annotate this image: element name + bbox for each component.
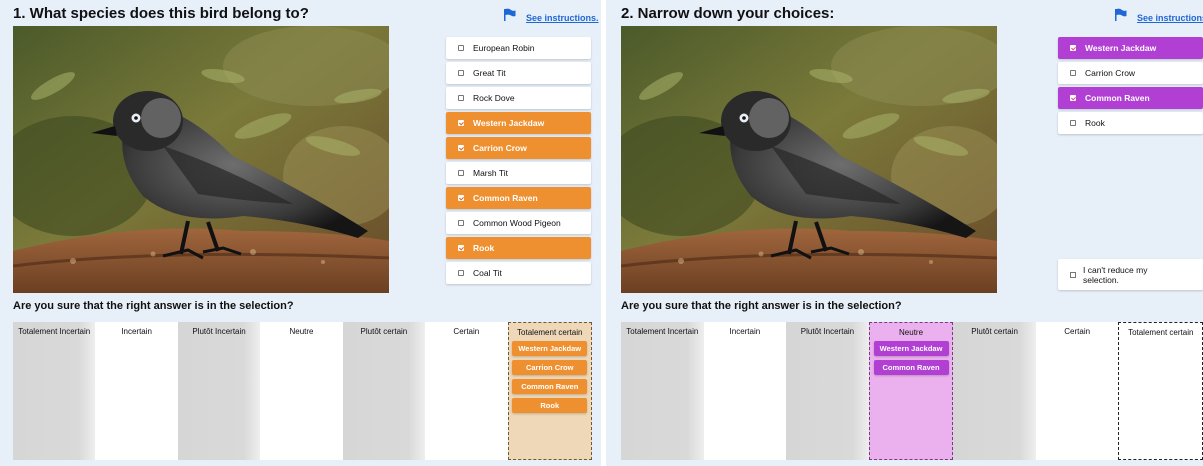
scale-label: Incertain xyxy=(729,327,761,336)
scale-col-incertain[interactable]: Incertain xyxy=(703,322,787,460)
option-label: Coal Tit xyxy=(473,268,502,278)
bird-photo xyxy=(621,26,997,293)
chip-western-jackdaw[interactable]: Western Jackdaw xyxy=(512,341,588,356)
option-rock-dove[interactable]: Rock Dove xyxy=(446,87,591,109)
scale-label: Certain xyxy=(1064,327,1091,336)
scale-label: Plutôt Incertain xyxy=(800,327,855,336)
step1-title: 1. What species does this bird belong to… xyxy=(13,5,309,22)
chip-common-raven[interactable]: Common Raven xyxy=(512,379,588,394)
checkbox-icon[interactable] xyxy=(458,270,464,276)
certainty-scale: Totalement Incertain Incertain Plutôt In… xyxy=(621,322,1203,460)
scale-label: Totalement Incertain xyxy=(18,327,91,336)
scale-col-certain[interactable]: Certain xyxy=(1035,322,1119,460)
cant-reduce-option[interactable]: I can't reduce my selection. xyxy=(1058,259,1203,290)
step2-title: 2. Narrow down your choices: xyxy=(621,5,835,22)
option-label: Common Raven xyxy=(473,193,538,203)
scale-col-plutot-certain[interactable]: Plutôt certain xyxy=(953,322,1036,460)
scale-col-plutot-incertain[interactable]: Plutôt Incertain xyxy=(786,322,869,460)
scale-col-neutre[interactable]: Neutre Western Jackdaw Common Raven xyxy=(868,322,954,460)
instructions[interactable]: See instructions. xyxy=(503,8,599,23)
flag-icon xyxy=(1115,8,1127,21)
checkbox-icon[interactable] xyxy=(458,70,464,76)
scale-label: Neutre xyxy=(289,327,314,336)
checkbox-checked-icon[interactable] xyxy=(1070,95,1076,101)
checkbox-icon[interactable] xyxy=(1070,70,1076,76)
step2-panel: 2. Narrow down your choices: See instruc… xyxy=(606,0,1203,466)
scale-label: Neutre xyxy=(899,328,924,337)
checkbox-checked-icon[interactable] xyxy=(458,120,464,126)
scale-label: Totalement certain xyxy=(517,328,583,337)
option-carrion-crow[interactable]: Carrion Crow xyxy=(1058,62,1203,84)
option-european-robin[interactable]: European Robin xyxy=(446,37,591,59)
checkbox-icon[interactable] xyxy=(458,45,464,51)
narrowed-options: Western Jackdaw Carrion Crow Common Rave… xyxy=(1058,37,1203,137)
scale-label: Certain xyxy=(453,327,480,336)
option-common-raven[interactable]: Common Raven xyxy=(1058,87,1203,109)
scale-col-plutot-certain[interactable]: Plutôt certain xyxy=(342,322,426,460)
cant-reduce-label: I can't reduce my selection. xyxy=(1083,264,1148,285)
see-instructions-link[interactable]: See instructions. xyxy=(1137,13,1203,23)
flag-icon xyxy=(504,8,516,21)
scale-label: Plutôt Incertain xyxy=(192,327,246,336)
checkbox-checked-icon[interactable] xyxy=(1070,45,1076,51)
option-label: Rock Dove xyxy=(473,93,515,103)
checkbox-checked-icon[interactable] xyxy=(458,145,464,151)
bird-photo xyxy=(13,26,389,293)
chip-western-jackdaw[interactable]: Western Jackdaw xyxy=(873,341,949,356)
scale-col-incertain[interactable]: Incertain xyxy=(95,322,178,460)
scale-col-plutot-incertain[interactable]: Plutôt Incertain xyxy=(177,322,261,460)
scale-label: Totalement Incertain xyxy=(626,327,699,336)
option-western-jackdaw[interactable]: Western Jackdaw xyxy=(446,112,591,134)
checkbox-icon[interactable] xyxy=(458,95,464,101)
checkbox-icon[interactable] xyxy=(458,170,464,176)
option-label: European Robin xyxy=(473,43,535,53)
certainty-question: Are you sure that the right answer is in… xyxy=(13,300,294,312)
scale-col-totalement-incertain[interactable]: Totalement Incertain xyxy=(13,322,96,460)
step1-panel: 1. What species does this bird belong to… xyxy=(0,0,601,466)
checkbox-checked-icon[interactable] xyxy=(458,195,464,201)
see-instructions-link[interactable]: See instructions. xyxy=(526,13,599,23)
chip-carrion-crow[interactable]: Carrion Crow xyxy=(512,360,588,375)
option-label: Common Wood Pigeon xyxy=(473,218,561,228)
instructions[interactable]: See instructions. xyxy=(1114,8,1203,23)
option-rook[interactable]: Rook xyxy=(1058,112,1203,134)
option-label: Western Jackdaw xyxy=(473,118,545,128)
species-options: European Robin Great Tit Rock Dove Weste… xyxy=(446,37,591,287)
option-coal-tit[interactable]: Coal Tit xyxy=(446,262,591,284)
option-label: Marsh Tit xyxy=(473,168,508,178)
chip-common-raven[interactable]: Common Raven xyxy=(873,360,949,375)
certainty-question: Are you sure that the right answer is in… xyxy=(621,300,902,312)
option-common-raven[interactable]: Common Raven xyxy=(446,187,591,209)
checkbox-icon[interactable] xyxy=(458,220,464,226)
option-label: Common Raven xyxy=(1085,93,1150,103)
option-label: Carrion Crow xyxy=(1085,68,1136,78)
scale-col-certain[interactable]: Certain xyxy=(425,322,508,460)
option-label: Western Jackdaw xyxy=(1085,43,1157,53)
option-common-wood-pigeon[interactable]: Common Wood Pigeon xyxy=(446,212,591,234)
option-label: Rook xyxy=(473,243,495,253)
option-carrion-crow[interactable]: Carrion Crow xyxy=(446,137,591,159)
option-rook[interactable]: Rook xyxy=(446,237,591,259)
option-great-tit[interactable]: Great Tit xyxy=(446,62,591,84)
scale-label: Plutôt certain xyxy=(360,327,408,336)
option-western-jackdaw[interactable]: Western Jackdaw xyxy=(1058,37,1203,59)
option-label: Great Tit xyxy=(473,68,506,78)
checkbox-checked-icon[interactable] xyxy=(458,245,464,251)
option-label: Rook xyxy=(1085,118,1105,128)
checkbox-icon[interactable] xyxy=(1070,271,1076,278)
chip-rook[interactable]: Rook xyxy=(512,398,588,413)
scale-label: Totalement certain xyxy=(1128,328,1194,337)
scale-label: Plutôt certain xyxy=(971,327,1018,336)
scale-label: Incertain xyxy=(121,327,152,336)
checkbox-icon[interactable] xyxy=(1070,120,1076,126)
certainty-scale: Totalement Incertain Incertain Plutôt In… xyxy=(13,322,592,460)
option-marsh-tit[interactable]: Marsh Tit xyxy=(446,162,591,184)
option-label: Carrion Crow xyxy=(473,143,527,153)
scale-col-totalement-incertain[interactable]: Totalement Incertain xyxy=(621,322,704,460)
scale-col-neutre[interactable]: Neutre xyxy=(260,322,343,460)
scale-col-totalement-certain[interactable]: Totalement certain Western Jackdaw Carri… xyxy=(507,322,592,460)
scale-col-totalement-certain[interactable]: Totalement certain xyxy=(1118,322,1203,460)
